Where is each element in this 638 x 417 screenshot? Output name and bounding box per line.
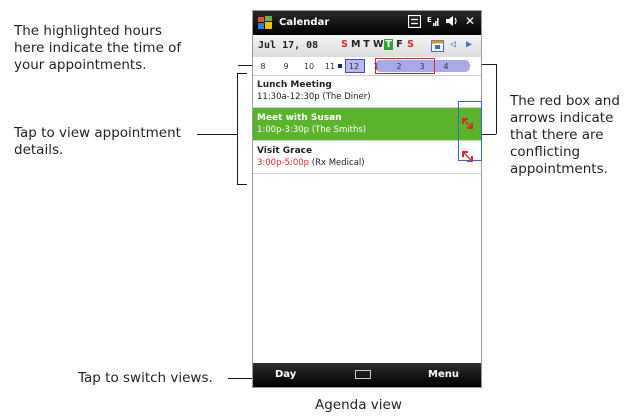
appointment-title: Visit Grace <box>257 146 313 156</box>
appointment-title: Meet with Susan <box>257 113 342 123</box>
calendar-goto-icon[interactable] <box>431 39 444 52</box>
hour-label: 1 <box>373 62 379 71</box>
leader-line-conflict-h <box>482 134 496 135</box>
menu-button[interactable]: Menu <box>428 369 459 380</box>
figure-caption: Agenda view <box>315 397 402 413</box>
day-saturday[interactable]: S <box>406 39 415 50</box>
hour-label: 11 <box>324 62 336 71</box>
appointment-marker <box>338 64 342 68</box>
phone-screen: Calendar E ✕ Jul 17, 08 S M T W T F S ◁ … <box>252 10 482 388</box>
signal-icon[interactable]: E <box>427 15 439 27</box>
day-thursday-today[interactable]: T <box>384 39 393 50</box>
bracket-top <box>237 73 247 74</box>
day-wednesday[interactable]: W <box>373 39 383 50</box>
keyboard-icon[interactable] <box>355 370 371 379</box>
hour-strip[interactable]: 8 9 10 11 12 1 2 3 4 <box>253 57 481 76</box>
day-friday[interactable]: F <box>395 39 404 50</box>
date-bar: Jul 17, 08 S M T W T F S ◁ ▶ <box>253 35 481 57</box>
appointment-lunch-meeting[interactable]: Lunch Meeting 11:30a-12:30p (The Diner) <box>253 75 481 108</box>
appointment-title: Lunch Meeting <box>257 80 332 90</box>
annotation-conflict: The red box and arrows indicate that the… <box>510 93 620 177</box>
hour-label: 2 <box>396 62 402 71</box>
week-day-strip: S M T W T F S <box>340 39 415 50</box>
appointment-meet-with-susan[interactable]: Meet with Susan 1:00p-3:30p (The Smiths) <box>253 108 481 141</box>
day-sunday[interactable]: S <box>340 39 349 50</box>
hour-label: 4 <box>443 62 449 71</box>
title-bar: Calendar E ✕ <box>253 11 481 35</box>
annotation-highlighted-hours: The highlighted hours here indicate the … <box>14 23 182 73</box>
leader-line-details <box>197 134 237 135</box>
hour-label: 3 <box>419 62 425 71</box>
status-area: E ✕ <box>407 14 475 28</box>
close-icon[interactable]: ✕ <box>465 14 475 28</box>
svg-text:E: E <box>427 16 432 24</box>
previous-arrow-icon[interactable]: ◁ <box>450 39 456 50</box>
speaker-icon[interactable] <box>445 15 459 27</box>
hour-label: 10 <box>303 62 315 71</box>
appointment-visit-grace[interactable]: Visit Grace 3:00p-5:00p (Rx Medical) <box>253 141 481 174</box>
bracket-vertical <box>237 73 238 184</box>
appointment-time: 3:00p-5:00p (Rx Medical) <box>257 158 365 168</box>
annotation-switch-views: Tap to switch views. <box>78 370 213 386</box>
day-tuesday[interactable]: T <box>362 39 371 50</box>
hour-label: 8 <box>260 62 266 71</box>
hour-label: 9 <box>283 62 289 71</box>
hour-label: 12 <box>348 62 360 71</box>
day-view-button[interactable]: Day <box>275 369 296 380</box>
next-arrow-icon[interactable]: ▶ <box>466 39 472 50</box>
bracket-bottom <box>237 184 247 185</box>
current-date[interactable]: Jul 17, 08 <box>258 40 318 51</box>
app-title: Calendar <box>279 17 330 28</box>
conflict-highlight-frame <box>458 101 482 161</box>
appointment-time: 1:00p-3:30p (The Smiths) <box>257 125 367 135</box>
appointment-time: 11:30a-12:30p (The Diner) <box>257 92 371 102</box>
grid-icon[interactable] <box>407 14 421 28</box>
annotation-view-details: Tap to view appointment details. <box>14 125 181 158</box>
leader-line-conflict-v <box>496 64 497 134</box>
day-monday[interactable]: M <box>351 39 360 50</box>
soft-key-bar: Day Menu <box>253 363 481 387</box>
windows-logo-icon[interactable] <box>257 15 273 31</box>
